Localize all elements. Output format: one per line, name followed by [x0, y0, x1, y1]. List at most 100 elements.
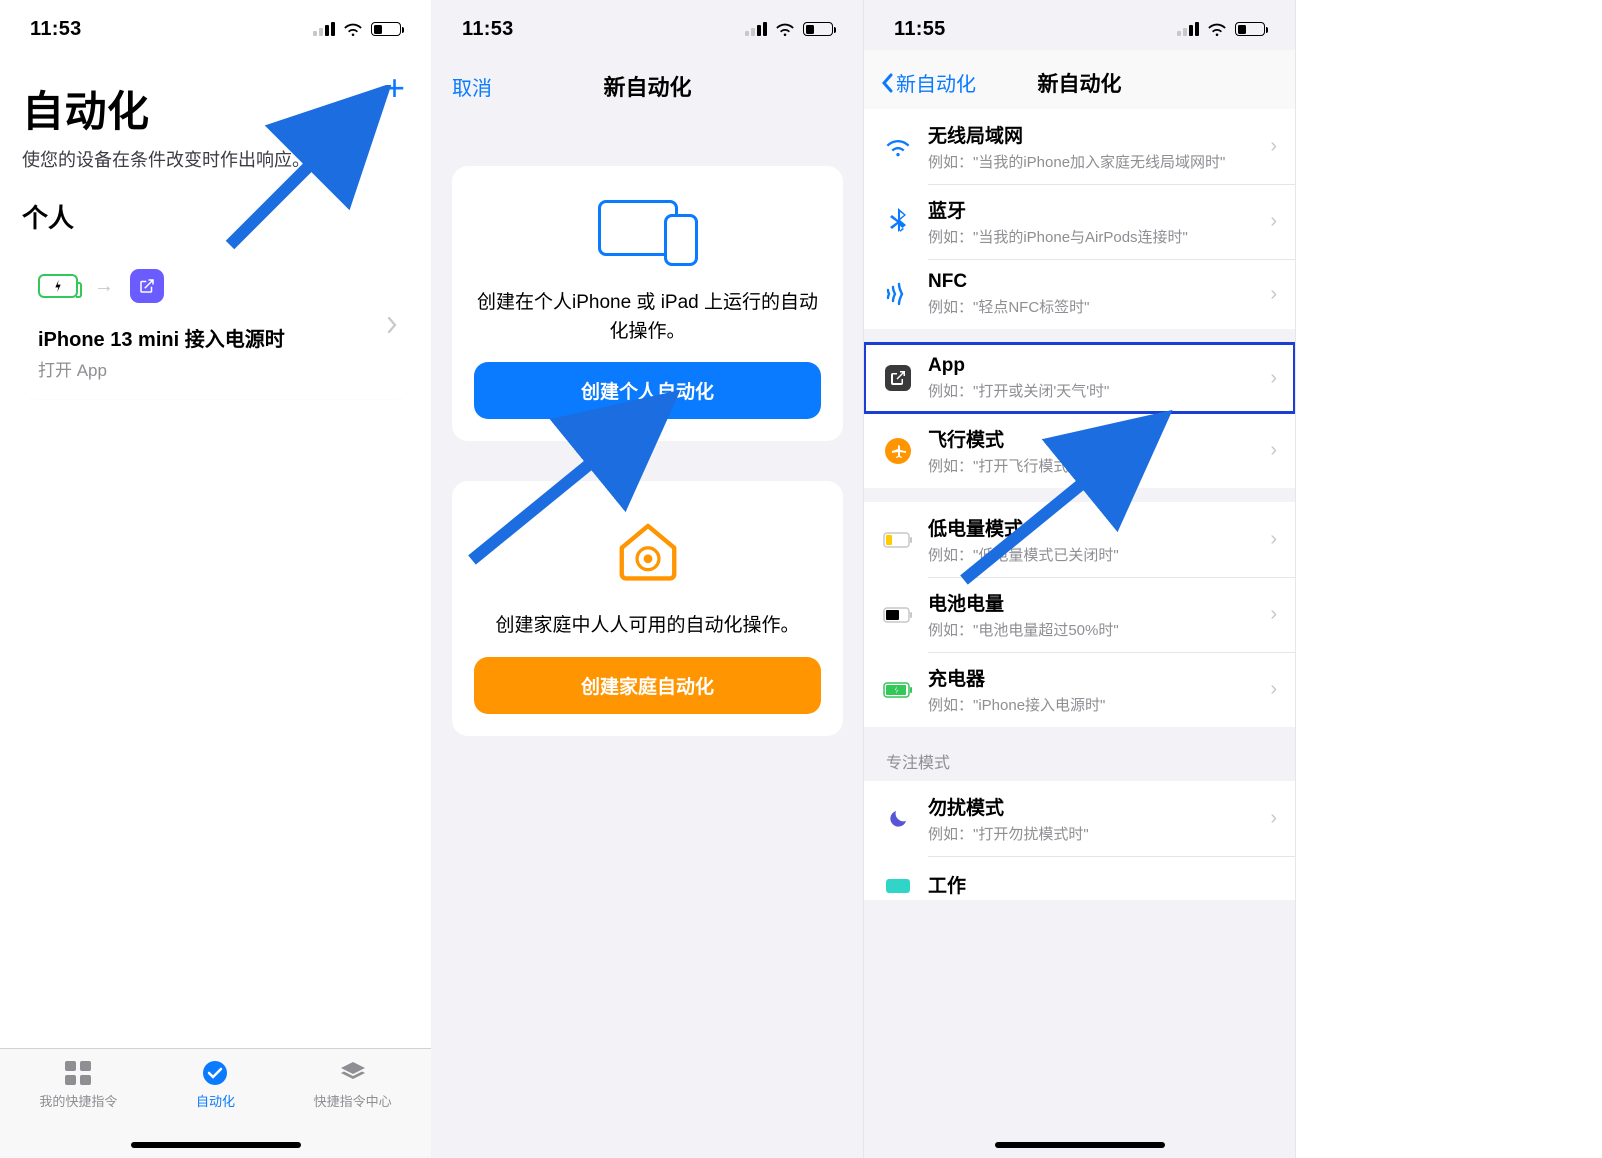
modal-header: 取消 新自动化 — [432, 50, 863, 116]
page-header: 自动化 使您的设备在条件改变时作出响应。 个人 — [0, 50, 431, 235]
back-button[interactable]: 新自动化 — [880, 68, 976, 97]
cancel-button[interactable]: 取消 — [452, 72, 492, 101]
home-indicator[interactable] — [995, 1142, 1165, 1148]
automation-card[interactable]: → iPhone 13 mini 接入电源时 打开 App — [20, 251, 411, 399]
create-home-automation-button[interactable]: 创建家庭自动化 — [474, 657, 821, 714]
chevron-right-icon: › — [1270, 678, 1277, 701]
row-airplane-mode[interactable]: 飞行模式例如："打开飞行模式时" › — [864, 413, 1295, 488]
trigger-group-focus: 勿扰模式例如："打开勿扰模式时" › 工作 — [864, 781, 1295, 900]
row-low-power[interactable]: 低电量模式例如："低电量模式已关闭时" › — [864, 502, 1295, 577]
trigger-group-battery: 低电量模式例如："低电量模式已关闭时" › 电池电量例如："电池电量超过50%时… — [864, 502, 1295, 727]
app-icon — [882, 365, 914, 391]
back-label: 新自动化 — [896, 68, 976, 97]
screen-new-automation-type: 11:53 取消 新自动化 创建在个人iPhone 或 iPad 上运行的自动化… — [432, 0, 864, 1158]
row-subtitle: 例如："轻点NFC标签时" — [928, 296, 1270, 317]
add-automation-button[interactable]: + — [384, 70, 405, 106]
screen-new-automation-triggers: 11:55 新自动化 新自动化 无线局域网例如："当我的iPhone加入家庭无线… — [864, 0, 1296, 1158]
battery-level-icon — [882, 607, 914, 623]
personal-automation-card: 创建在个人iPhone 或 iPad 上运行的自动化操作。 创建个人自动化 — [452, 166, 843, 441]
bluetooth-icon — [882, 208, 914, 236]
cellular-icon — [745, 22, 767, 36]
chevron-right-icon: › — [1270, 210, 1277, 233]
row-title: 蓝牙 — [928, 196, 1270, 223]
row-subtitle: 例如："低电量模式已关闭时" — [928, 544, 1270, 565]
status-time: 11:55 — [894, 18, 946, 41]
cellular-icon — [313, 22, 335, 36]
chevron-right-icon: › — [1270, 439, 1277, 462]
tab-my-shortcuts[interactable]: 我的快捷指令 — [39, 1059, 117, 1110]
wifi-icon — [342, 21, 364, 37]
chevron-left-icon — [880, 72, 894, 94]
row-subtitle: 例如："打开飞行模式时" — [928, 455, 1270, 476]
row-title: 勿扰模式 — [928, 793, 1270, 820]
low-power-icon — [882, 532, 914, 548]
chevron-right-icon: › — [1270, 283, 1277, 306]
clock-check-icon — [200, 1059, 230, 1087]
row-subtitle: 例如："打开勿扰模式时" — [928, 823, 1270, 844]
battery-icon — [803, 22, 833, 36]
row-title: 无线局域网 — [928, 121, 1270, 148]
row-subtitle: 例如："当我的iPhone加入家庭无线局域网时" — [928, 151, 1270, 172]
home-icon — [613, 572, 683, 589]
row-title: 低电量模式 — [928, 514, 1270, 541]
row-title: NFC — [928, 271, 1270, 293]
focus-section-header: 专注模式 — [864, 727, 1295, 781]
devices-icon — [598, 200, 698, 262]
status-bar: 11:53 — [0, 0, 431, 50]
row-title: 充电器 — [928, 664, 1270, 691]
tab-label: 快捷指令中心 — [314, 1091, 392, 1110]
screen-automation-list: 11:53 + 自动化 使您的设备在条件改变时作出响应。 个人 → iPhone… — [0, 0, 432, 1158]
row-subtitle: 例如："iPhone接入电源时" — [928, 694, 1270, 715]
trigger-group-connectivity: 无线局域网例如："当我的iPhone加入家庭无线局域网时" › 蓝牙例如："当我… — [864, 109, 1295, 329]
status-indicators — [745, 21, 833, 37]
airplane-icon — [882, 438, 914, 464]
nfc-icon — [882, 282, 914, 306]
tab-automation[interactable]: 自动化 — [196, 1059, 235, 1110]
row-app[interactable]: App例如："打开或关闭'天气'时" › — [864, 343, 1295, 413]
row-subtitle: 例如："打开或关闭'天气'时" — [928, 380, 1270, 401]
row-title: 电池电量 — [928, 589, 1270, 616]
nav-title: 新自动化 — [1038, 68, 1122, 98]
cellular-icon — [1177, 22, 1199, 36]
wifi-icon — [1206, 21, 1228, 37]
chevron-right-icon — [387, 316, 397, 334]
row-title: App — [928, 355, 1270, 377]
battery-icon — [371, 22, 401, 36]
row-bluetooth[interactable]: 蓝牙例如："当我的iPhone与AirPods连接时" › — [864, 184, 1295, 259]
wifi-icon — [882, 136, 914, 158]
page-title: 自动化 — [22, 78, 409, 139]
status-indicators — [1177, 21, 1265, 37]
row-battery-level[interactable]: 电池电量例如："电池电量超过50%时" › — [864, 577, 1295, 652]
card-subtitle: 打开 App — [38, 356, 393, 381]
row-subtitle: 例如："当我的iPhone与AirPods连接时" — [928, 226, 1270, 247]
row-wifi[interactable]: 无线局域网例如："当我的iPhone加入家庭无线局域网时" › — [864, 109, 1295, 184]
row-title: 工作 — [928, 871, 1277, 898]
home-indicator[interactable] — [131, 1142, 301, 1148]
card-icons: → — [38, 269, 393, 303]
charger-icon — [882, 682, 914, 698]
chevron-right-icon: › — [1270, 807, 1277, 830]
layers-icon — [338, 1059, 368, 1087]
row-do-not-disturb[interactable]: 勿扰模式例如："打开勿扰模式时" › — [864, 781, 1295, 856]
status-bar: 11:55 — [864, 0, 1295, 50]
chevron-right-icon: › — [1270, 603, 1277, 626]
row-charger[interactable]: 充电器例如："iPhone接入电源时" › — [864, 652, 1295, 727]
home-automation-card: 创建家庭中人人可用的自动化操作。 创建家庭自动化 — [452, 481, 843, 736]
arrow-icon: → — [94, 275, 114, 298]
wifi-icon — [774, 21, 796, 37]
chevron-right-icon: › — [1270, 528, 1277, 551]
row-work[interactable]: 工作 — [864, 856, 1295, 900]
tab-label: 自动化 — [196, 1091, 235, 1110]
personal-desc: 创建在个人iPhone 或 iPad 上运行的自动化操作。 — [474, 289, 821, 346]
card-title: iPhone 13 mini 接入电源时 — [38, 323, 393, 352]
create-personal-automation-button[interactable]: 创建个人自动化 — [474, 362, 821, 419]
battery-icon — [1235, 22, 1265, 36]
tab-gallery[interactable]: 快捷指令中心 — [314, 1059, 392, 1110]
row-title: 飞行模式 — [928, 425, 1270, 452]
row-nfc[interactable]: NFC 例如："轻点NFC标签时" › — [864, 259, 1295, 329]
trigger-group-app: App 例如："打开或关闭'天气'时" › 飞行模式例如："打开飞行模式时" › — [864, 343, 1295, 488]
charging-icon — [38, 274, 78, 298]
work-icon — [882, 875, 914, 893]
status-indicators — [313, 21, 401, 37]
status-time: 11:53 — [462, 18, 514, 41]
